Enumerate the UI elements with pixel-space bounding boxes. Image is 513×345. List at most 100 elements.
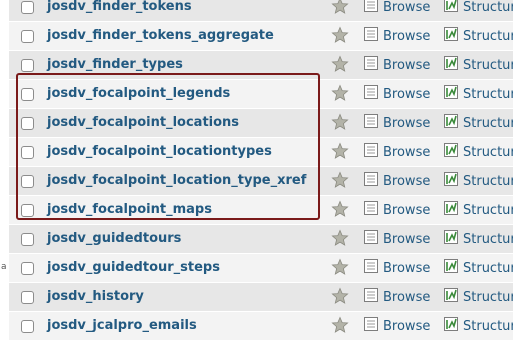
structure-icon: [443, 171, 463, 191]
browse-button[interactable]: Browse: [363, 287, 430, 307]
structure-button[interactable]: Structur: [443, 0, 513, 17]
row-checkbox[interactable]: [21, 59, 34, 72]
star-icon[interactable]: [331, 55, 349, 73]
browse-icon: [363, 26, 383, 46]
browse-button[interactable]: Browse: [363, 84, 430, 104]
browse-button[interactable]: Browse: [363, 316, 430, 336]
structure-icon: [443, 287, 463, 307]
structure-button[interactable]: Structur: [443, 113, 513, 133]
browse-label: Browse: [383, 57, 431, 73]
structure-button[interactable]: Structur: [443, 55, 513, 75]
table-row: josdv_guidedtours Browse Structur: [9, 225, 513, 254]
table-name-link[interactable]: josdv_finder_tokens: [47, 0, 192, 14]
table-row: josdv_guidedtour_steps Browse Structur: [9, 254, 513, 283]
left-panel-edge: a: [0, 0, 9, 345]
star-icon[interactable]: [331, 84, 349, 102]
structure-icon: [443, 84, 463, 104]
structure-icon: [443, 142, 463, 162]
star-icon[interactable]: [331, 229, 349, 247]
browse-button[interactable]: Browse: [363, 171, 430, 191]
star-icon[interactable]: [331, 113, 349, 131]
browse-button[interactable]: Browse: [363, 142, 430, 162]
star-icon[interactable]: [331, 142, 349, 160]
structure-label: Structur: [463, 231, 513, 247]
browse-label: Browse: [383, 231, 431, 247]
browse-icon: [363, 142, 383, 162]
structure-button[interactable]: Structur: [443, 171, 513, 191]
structure-label: Structur: [463, 57, 513, 73]
browse-icon: [363, 171, 383, 191]
browse-label: Browse: [383, 0, 431, 15]
browse-button[interactable]: Browse: [363, 200, 430, 220]
table-name-link[interactable]: josdv_guidedtours: [47, 231, 181, 246]
table-name-link[interactable]: josdv_history: [47, 289, 144, 304]
structure-label: Structur: [463, 115, 513, 131]
browse-label: Browse: [383, 28, 431, 44]
browse-button[interactable]: Browse: [363, 229, 430, 249]
structure-icon: [443, 200, 463, 220]
table-name-link[interactable]: josdv_finder_tokens_aggregate: [47, 28, 274, 43]
browse-button[interactable]: Browse: [363, 258, 430, 278]
structure-label: Structur: [463, 86, 513, 102]
browse-icon: [363, 287, 383, 307]
star-icon[interactable]: [331, 26, 349, 44]
browse-icon: [363, 0, 383, 17]
star-icon[interactable]: [331, 316, 349, 334]
browse-label: Browse: [383, 173, 431, 189]
table-row: josdv_jcalpro_emails Browse Structur: [9, 312, 513, 341]
browse-icon: [363, 258, 383, 278]
structure-icon: [443, 316, 463, 336]
structure-icon: [443, 258, 463, 278]
structure-button[interactable]: Structur: [443, 142, 513, 162]
structure-label: Structur: [463, 289, 513, 305]
star-icon[interactable]: [331, 0, 349, 15]
star-icon[interactable]: [331, 287, 349, 305]
browse-button[interactable]: Browse: [363, 0, 430, 17]
table-name-link[interactable]: josdv_jcalpro_emails: [47, 318, 197, 333]
structure-button[interactable]: Structur: [443, 229, 513, 249]
structure-button[interactable]: Structur: [443, 26, 513, 46]
star-icon[interactable]: [331, 258, 349, 276]
structure-label: Structur: [463, 260, 513, 276]
structure-label: Structur: [463, 318, 513, 334]
browse-label: Browse: [383, 115, 431, 131]
structure-label: Structur: [463, 28, 513, 44]
row-checkbox[interactable]: [21, 262, 34, 275]
star-icon[interactable]: [331, 200, 349, 218]
browse-button[interactable]: Browse: [363, 113, 430, 133]
browse-label: Browse: [383, 289, 431, 305]
browse-button[interactable]: Browse: [363, 26, 430, 46]
browse-label: Browse: [383, 86, 431, 102]
browse-icon: [363, 316, 383, 336]
structure-button[interactable]: Structur: [443, 84, 513, 104]
row-checkbox[interactable]: [21, 320, 34, 333]
browse-icon: [363, 113, 383, 133]
structure-label: Structur: [463, 173, 513, 189]
structure-button[interactable]: Structur: [443, 258, 513, 278]
browse-label: Browse: [383, 144, 431, 160]
browse-icon: [363, 200, 383, 220]
structure-button[interactable]: Structur: [443, 316, 513, 336]
browse-icon: [363, 229, 383, 249]
table-name-link[interactable]: josdv_finder_types: [47, 57, 183, 72]
browse-button[interactable]: Browse: [363, 55, 430, 75]
browse-label: Browse: [383, 202, 431, 218]
row-checkbox[interactable]: [21, 233, 34, 246]
structure-button[interactable]: Structur: [443, 200, 513, 220]
row-checkbox[interactable]: [21, 291, 34, 304]
table-row: josdv_finder_tokens Browse Structur: [9, 0, 513, 22]
structure-label: Structur: [463, 202, 513, 218]
structure-icon: [443, 229, 463, 249]
left-panel-mark: a: [1, 262, 7, 272]
structure-icon: [443, 0, 463, 17]
structure-icon: [443, 113, 463, 133]
browse-label: Browse: [383, 318, 431, 334]
browse-icon: [363, 55, 383, 75]
browse-icon: [363, 84, 383, 104]
structure-label: Structur: [463, 0, 513, 15]
structure-button[interactable]: Structur: [443, 287, 513, 307]
table-name-link[interactable]: josdv_guidedtour_steps: [47, 260, 220, 275]
star-icon[interactable]: [331, 171, 349, 189]
row-checkbox[interactable]: [21, 1, 34, 14]
row-checkbox[interactable]: [21, 30, 34, 43]
